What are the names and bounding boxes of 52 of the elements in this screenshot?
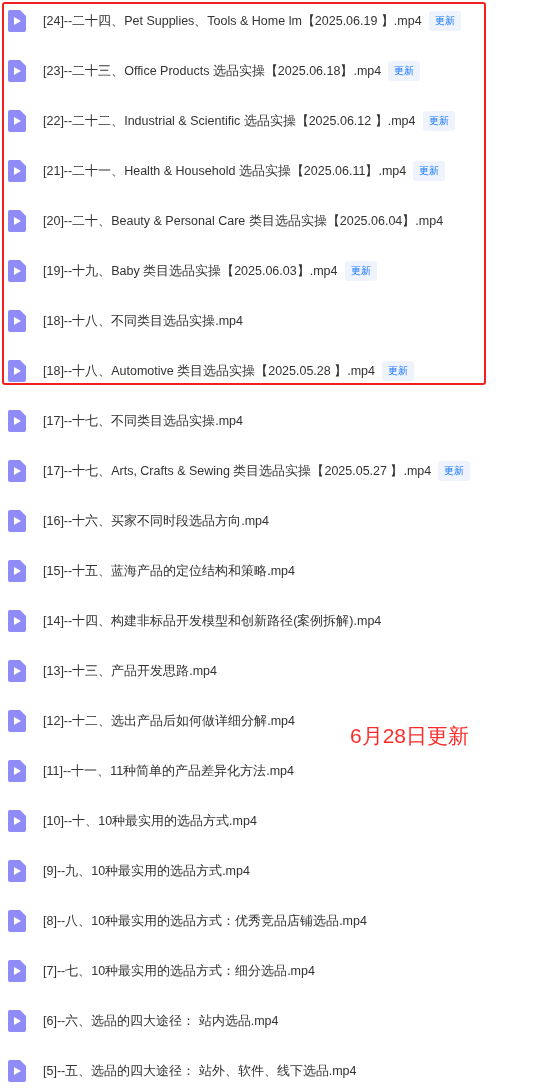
update-badge: 更新 xyxy=(428,11,461,31)
update-note: 6月28日更新 xyxy=(350,723,470,749)
update-badge: 更新 xyxy=(388,61,421,81)
file-name[interactable]: [9]--九、10种最实用的选品方式.mp4 xyxy=(43,862,250,880)
video-file-icon xyxy=(8,810,26,832)
update-badge: 更新 xyxy=(344,261,377,281)
update-badge: 更新 xyxy=(422,111,455,131)
file-name[interactable]: [11]--十一、11种简单的产品差异化方法.mp4 xyxy=(43,762,294,780)
file-name[interactable]: [5]--五、选品的四大途径： 站外、软件、线下选品.mp4 xyxy=(43,1062,357,1080)
file-name[interactable]: [18]--十八、不同类目选品实操.mp4 xyxy=(43,312,243,330)
video-file-icon xyxy=(8,110,26,132)
file-name[interactable]: [6]--六、选品的四大途径： 站内选品.mp4 xyxy=(43,1012,279,1030)
video-file-icon xyxy=(8,160,26,182)
file-name[interactable]: [22]--二十二、Industrial & Scientific 选品实操【2025.06.12 】.mp4 xyxy=(43,112,416,130)
video-file-icon xyxy=(8,10,26,32)
file-name[interactable]: [15]--十五、蓝海产品的定位结构和策略.mp4 xyxy=(43,562,295,580)
file-name[interactable]: [19]--十九、Baby 类目选品实操【2025.06.03】.mp4 xyxy=(43,262,338,280)
file-name[interactable]: [8]--八、10种最实用的选品方式：优秀竞品店铺选品.mp4 xyxy=(43,912,367,930)
file-name[interactable]: [14]--十四、构建非标品开发模型和创新路径(案例拆解).mp4 xyxy=(43,612,382,630)
video-file-icon xyxy=(8,1010,26,1032)
file-name[interactable]: [17]--十七、Arts, Crafts & Sewing 类目选品实操【2025.05.27 】.mp4 xyxy=(43,462,432,480)
video-file-icon xyxy=(8,60,26,82)
video-file-icon xyxy=(8,510,26,532)
video-file-icon xyxy=(8,260,26,282)
file-name[interactable]: [12]--十二、选出产品后如何做详细分解.mp4 xyxy=(43,712,295,730)
video-file-icon xyxy=(8,710,26,732)
video-file-icon xyxy=(8,410,26,432)
video-file-icon xyxy=(8,360,26,382)
video-file-icon xyxy=(8,310,26,332)
file-name[interactable]: [10]--十、10种最实用的选品方式.mp4 xyxy=(43,812,257,830)
video-file-icon xyxy=(8,560,26,582)
file-name[interactable]: [23]--二十三、Office Products 选品实操【2025.06.18】.mp4 xyxy=(43,62,382,80)
video-file-icon xyxy=(8,960,26,982)
video-file-icon xyxy=(8,1060,26,1082)
file-name[interactable]: [16]--十六、买家不同时段选品方向.mp4 xyxy=(43,512,269,530)
file-name[interactable]: [17]--十七、不同类目选品实操.mp4 xyxy=(43,412,243,430)
video-file-icon xyxy=(8,610,26,632)
video-file-icon xyxy=(8,460,26,482)
update-badge: 更新 xyxy=(438,461,471,481)
file-name[interactable]: [13]--十三、产品开发思路.mp4 xyxy=(43,662,217,680)
video-file-icon xyxy=(8,210,26,232)
update-badge: 更新 xyxy=(382,361,414,381)
file-name[interactable]: [21]--二十一、Health & Household 选品实操【2025.06.11】.mp4 xyxy=(43,162,407,180)
file-name[interactable]: [18]--十八、Automotive 类目选品实操【2025.05.28 】.mp4 xyxy=(43,362,375,380)
video-file-icon xyxy=(8,910,26,932)
video-file-icon xyxy=(8,860,26,882)
file-name[interactable]: [24]--二十四、Pet Supplies、Tools & Home lm【2025.06.19 】.mp4 xyxy=(43,12,422,30)
file-name[interactable]: [20]--二十、Beauty & Personal Care 类目选品实操【2025.06.04】.mp4 xyxy=(43,212,444,230)
file-name[interactable]: [7]--七、10种最实用的选品方式：细分选品.mp4 xyxy=(43,962,315,980)
video-file-icon xyxy=(8,760,26,782)
video-file-icon xyxy=(8,660,26,682)
update-badge: 更新 xyxy=(413,161,446,181)
